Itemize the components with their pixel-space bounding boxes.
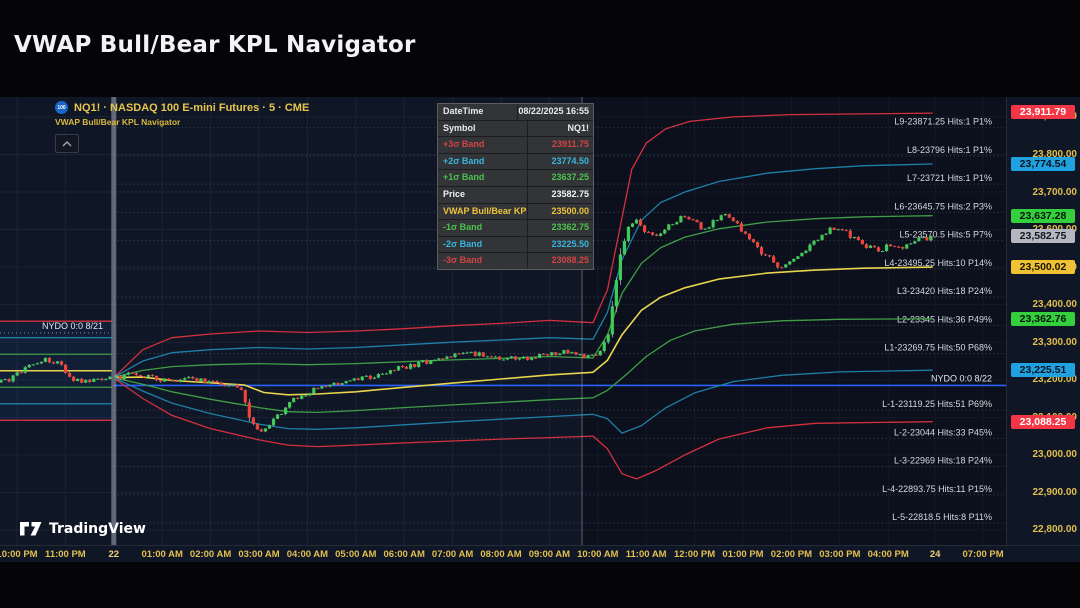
tradingview-screenshot: VWAP Bull/Bear KPL Navigator L9-23871.25… bbox=[0, 0, 1080, 608]
kpl-level-label: L7-23721 Hits:1 P1% bbox=[907, 173, 992, 183]
tradingview-logo-icon bbox=[20, 522, 42, 536]
time-axis-label: 01:00 PM bbox=[722, 549, 763, 560]
kpl-level-label: L-1-23119.25 Hits:51 P69% bbox=[882, 399, 992, 409]
tooltip-row-value: 08/22/2025 16:55 bbox=[518, 104, 593, 120]
price-axis-label: 22,800.00 bbox=[1011, 524, 1077, 535]
tooltip-row-label: +3σ Band bbox=[438, 137, 528, 153]
kpl-level-label: L8-23796 Hits:1 P1% bbox=[907, 145, 992, 155]
tooltip-row: SymbolNQ1! bbox=[438, 121, 593, 138]
price-badge: 23,637.28 bbox=[1011, 209, 1075, 223]
session-break-band bbox=[111, 97, 116, 545]
kpl-level-label: L9-23871.25 Hits:1 P1% bbox=[894, 117, 992, 127]
tooltip-row: +1σ Band23637.25 bbox=[438, 170, 593, 187]
time-axis-label: 11:00 PM bbox=[45, 549, 86, 560]
tooltip-row-label: Price bbox=[438, 187, 528, 203]
price-badge: 23,911.79 bbox=[1011, 105, 1075, 119]
price-axis-label: 23,700.00 bbox=[1011, 187, 1077, 198]
time-axis-label: 07:00 PM bbox=[962, 549, 1003, 560]
price-axis-label: 23,300.00 bbox=[1011, 337, 1077, 348]
time-axis-label: 04:00 PM bbox=[868, 549, 909, 560]
data-window-tooltip: DateTime08/22/2025 16:55SymbolNQ1!+3σ Ba… bbox=[437, 103, 594, 270]
tooltip-row: -1σ Band23362.75 bbox=[438, 220, 593, 237]
tooltip-row-value: 23500.00 bbox=[528, 204, 593, 220]
time-axis-label: 11:00 AM bbox=[626, 549, 667, 560]
tooltip-row-label: +2σ Band bbox=[438, 154, 528, 170]
tooltip-row: +3σ Band23911.75 bbox=[438, 137, 593, 154]
time-axis-label: 12:00 PM bbox=[674, 549, 715, 560]
tooltip-row-value: 23774.50 bbox=[528, 154, 593, 170]
tooltip-row-label: Symbol bbox=[438, 121, 528, 137]
tooltip-row-label: DateTime bbox=[438, 104, 518, 120]
kpl-level-label: L1-23269.75 Hits:50 P68% bbox=[884, 343, 992, 353]
time-axis-date-label: 24 bbox=[930, 549, 941, 560]
kpl-level-label: L4-23495.25 Hits:10 P14% bbox=[884, 258, 992, 268]
tooltip-row: -3σ Band23088.25 bbox=[438, 253, 593, 269]
price-axis-label: 23,000.00 bbox=[1011, 449, 1077, 460]
tradingview-logo-text: TradingView bbox=[49, 521, 146, 537]
tooltip-row: -2σ Band23225.50 bbox=[438, 237, 593, 254]
kpl-level-label: L-2-23044 Hits:33 P45% bbox=[894, 427, 992, 437]
price-axis[interactable]: 23,900.0023,800.0023,700.0023,600.0023,5… bbox=[1006, 97, 1080, 545]
tooltip-row-value: 23088.25 bbox=[528, 253, 593, 269]
time-axis-label: 08:00 AM bbox=[480, 549, 521, 560]
time-axis-label: 10:00 PM bbox=[0, 549, 38, 560]
time-axis-label: 04:00 AM bbox=[287, 549, 328, 560]
tooltip-row-label: -3σ Band bbox=[438, 253, 528, 269]
time-axis-label: 03:00 AM bbox=[238, 549, 279, 560]
price-badge: 23,582.75 bbox=[1011, 229, 1075, 243]
tooltip-row-value: 23225.50 bbox=[528, 237, 593, 253]
price-badge: 23,362.76 bbox=[1011, 312, 1075, 326]
legend-symbol-text[interactable]: NQ1! · NASDAQ 100 E-mini Futures · 5 · C… bbox=[74, 102, 309, 114]
tooltip-row-value: 23582.75 bbox=[528, 187, 593, 203]
tooltip-row: Price23582.75 bbox=[438, 187, 593, 204]
time-axis-label: 01:00 AM bbox=[142, 549, 183, 560]
tradingview-watermark[interactable]: TradingView bbox=[20, 521, 146, 537]
price-badge: 23,774.54 bbox=[1011, 157, 1075, 171]
tooltip-row-label: -1σ Band bbox=[438, 220, 528, 236]
tooltip-row-value: 23911.75 bbox=[528, 137, 593, 153]
time-axis-label: 06:00 AM bbox=[384, 549, 425, 560]
price-axis-label: 22,900.00 bbox=[1011, 487, 1077, 498]
page-title: VWAP Bull/Bear KPL Navigator bbox=[14, 32, 416, 58]
tooltip-row-label: +1σ Band bbox=[438, 170, 528, 186]
nydo-label: NYDO 0:0 8/22 bbox=[931, 373, 992, 383]
kpl-level-label: L-5-22818.5 Hits:8 P11% bbox=[892, 512, 992, 522]
legend-symbol-row[interactable]: 100 NQ1! · NASDAQ 100 E-mini Futures · 5… bbox=[55, 101, 309, 114]
time-axis-label: 07:00 AM bbox=[432, 549, 473, 560]
chart-legend[interactable]: 100 NQ1! · NASDAQ 100 E-mini Futures · 5… bbox=[55, 101, 309, 127]
time-axis-label: 02:00 PM bbox=[771, 549, 812, 560]
kpl-level-label: L5-23570.5 Hits:5 P7% bbox=[899, 230, 992, 240]
price-badge: 23,225.51 bbox=[1011, 363, 1075, 377]
kpl-level-label: L-3-22969 Hits:18 P24% bbox=[894, 456, 992, 466]
tooltip-row: VWAP Bull/Bear KPL23500.00 bbox=[438, 204, 593, 221]
tooltip-row-value: 23362.75 bbox=[528, 220, 593, 236]
tooltip-row: DateTime08/22/2025 16:55 bbox=[438, 104, 593, 121]
price-axis-label: 23,400.00 bbox=[1011, 299, 1077, 310]
tooltip-row-label: VWAP Bull/Bear KPL bbox=[438, 204, 528, 220]
price-badge: 23,500.02 bbox=[1011, 260, 1075, 274]
kpl-level-label: L-4-22893.75 Hits:11 P15% bbox=[882, 484, 992, 494]
tooltip-row-label: -2σ Band bbox=[438, 237, 528, 253]
legend-collapse-button[interactable] bbox=[55, 134, 79, 153]
tooltip-row-value: NQ1! bbox=[528, 121, 593, 137]
chart-panel: L9-23871.25 Hits:1 P1% L8-23796 Hits:1 P1… bbox=[0, 97, 1080, 562]
kpl-level-label: L3-23420 Hits:18 P24% bbox=[897, 286, 992, 296]
time-axis-label: 05:00 AM bbox=[335, 549, 376, 560]
time-axis-label: 10:00 AM bbox=[577, 549, 618, 560]
tooltip-row: +2σ Band23774.50 bbox=[438, 154, 593, 171]
tooltip-row-value: 23637.25 bbox=[528, 170, 593, 186]
time-axis-label: 02:00 AM bbox=[190, 549, 231, 560]
price-badge: 23,088.25 bbox=[1011, 415, 1075, 429]
time-axis-label: 03:00 PM bbox=[819, 549, 860, 560]
kpl-level-label: L6-23645.75 Hits:2 P3% bbox=[894, 201, 992, 211]
chevron-up-icon bbox=[62, 141, 72, 147]
time-axis[interactable]: 10:00 PM 11:00 PM 22 01:00 AM 02:00 AM 03:00 … bbox=[0, 545, 1080, 563]
nydo-label: NYDO 0:0 8/21 bbox=[42, 321, 103, 331]
time-axis-label: 09:00 AM bbox=[529, 549, 570, 560]
nasdaq100-symbol-icon: 100 bbox=[55, 101, 68, 114]
legend-indicator-text[interactable]: VWAP Bull/Bear KPL Navigator bbox=[55, 117, 309, 127]
time-axis-date-label: 22 bbox=[109, 549, 120, 560]
